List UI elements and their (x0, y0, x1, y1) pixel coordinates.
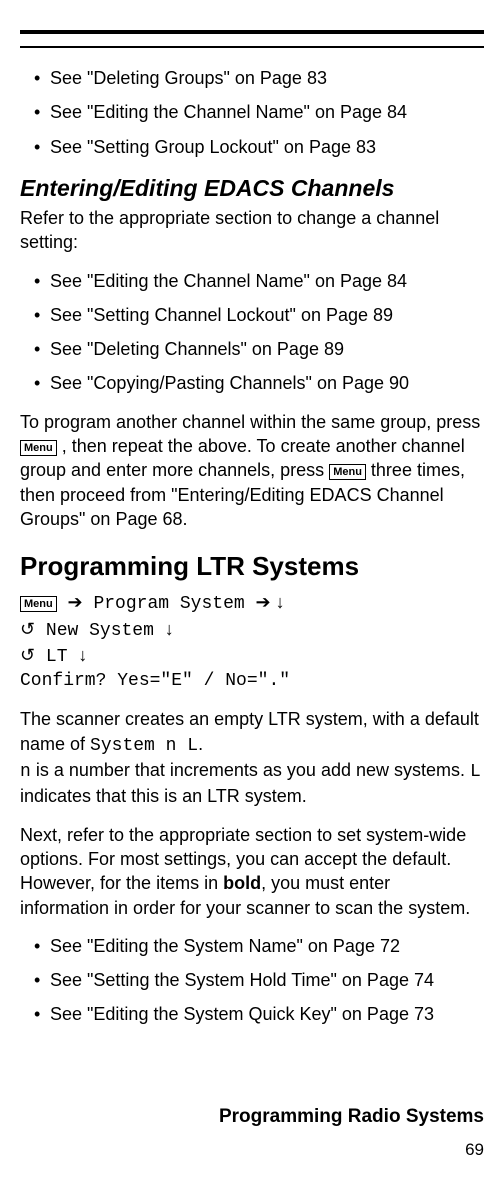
code-text: L (470, 762, 481, 782)
nav-text: LT (35, 647, 78, 667)
nav-sequence: Menu ➔ Program System ➔ ↓ ↺ New System ↓… (20, 590, 484, 693)
text-fragment: indicates that this is an LTR system. (20, 786, 307, 806)
code-text: n (20, 762, 31, 782)
paragraph-options: Next, refer to the appropriate section t… (20, 823, 484, 920)
menu-button-icon: Menu (20, 596, 57, 612)
list-item: See "Setting Channel Lockout" on Page 89 (50, 303, 484, 327)
bullet-list-top: See "Deleting Groups" on Page 83 See "Ed… (20, 66, 484, 159)
list-item: See "Editing the Channel Name" on Page 8… (50, 269, 484, 293)
footer-title: Programming Radio Systems (219, 1104, 484, 1130)
text-fragment: . (198, 734, 203, 754)
rotate-icon: ↺ (20, 645, 35, 665)
menu-button-icon: Menu (20, 440, 57, 456)
bullet-list-edacs: See "Editing the Channel Name" on Page 8… (20, 269, 484, 396)
arrow-down-icon: ↓ (165, 619, 174, 639)
text-fragment: The scanner creates an empty LTR system,… (20, 709, 479, 753)
list-item-text: See "Deleting Channels" on Page 89 (50, 339, 344, 359)
page-number: 69 (465, 1139, 484, 1162)
nav-text: Confirm? Yes="E" / No="." (20, 671, 290, 691)
subheading-edacs: Entering/Editing EDACS Channels (20, 173, 484, 204)
list-item: See "Editing the System Quick Key" on Pa… (50, 1002, 484, 1026)
list-item: See "Copying/Pasting Channels" on Page 9… (50, 371, 484, 395)
list-item-text: See "Setting Group Lockout" on Page 83 (50, 137, 376, 157)
paragraph-system-name: The scanner creates an empty LTR system,… (20, 707, 484, 808)
nav-text: New System (35, 621, 165, 641)
menu-button-icon: Menu (329, 464, 366, 480)
list-item: See "Deleting Groups" on Page 83 (50, 66, 484, 90)
list-item: See "Setting the System Hold Time" on Pa… (50, 968, 484, 992)
arrow-down-icon: ↓ (78, 645, 87, 665)
arrow-right-icon: ➔ (68, 592, 83, 612)
list-item-text: See "Setting the System Hold Time" on Pa… (50, 970, 434, 990)
top-rule-thin (20, 46, 484, 48)
page-container: See "Deleting Groups" on Page 83 See "Ed… (0, 0, 504, 1180)
list-item-text: See "Copying/Pasting Channels" on Page 9… (50, 373, 409, 393)
list-item-text: See "Editing the Channel Name" on Page 8… (50, 271, 407, 291)
text-fragment: To program another channel within the sa… (20, 412, 480, 432)
list-item-text: See "Deleting Groups" on Page 83 (50, 68, 327, 88)
code-text: System n L (90, 736, 198, 756)
paragraph-intro: Refer to the appropriate section to chan… (20, 206, 484, 255)
arrow-right-icon: ➔ (255, 592, 275, 612)
list-item: See "Editing the Channel Name" on Page 8… (50, 100, 484, 124)
text-fragment: is a number that increments as you add n… (31, 760, 470, 780)
rotate-icon: ↺ (20, 619, 35, 639)
bullet-list-ltr: See "Editing the System Name" on Page 72… (20, 934, 484, 1027)
list-item-text: See "Editing the System Name" on Page 72 (50, 936, 400, 956)
list-item-text: See "Editing the Channel Name" on Page 8… (50, 102, 407, 122)
heading-ltr: Programming LTR Systems (20, 549, 484, 584)
list-item: See "Setting Group Lockout" on Page 83 (50, 135, 484, 159)
list-item: See "Editing the System Name" on Page 72 (50, 934, 484, 958)
bold-text: bold (223, 873, 261, 893)
list-item-text: See "Editing the System Quick Key" on Pa… (50, 1004, 434, 1024)
top-rule-thick (20, 30, 484, 34)
arrow-down-icon: ↓ (276, 592, 285, 612)
list-item: See "Deleting Channels" on Page 89 (50, 337, 484, 361)
nav-text: Program System (83, 594, 256, 614)
paragraph-follow: To program another channel within the sa… (20, 410, 484, 531)
list-item-text: See "Setting Channel Lockout" on Page 89 (50, 305, 393, 325)
